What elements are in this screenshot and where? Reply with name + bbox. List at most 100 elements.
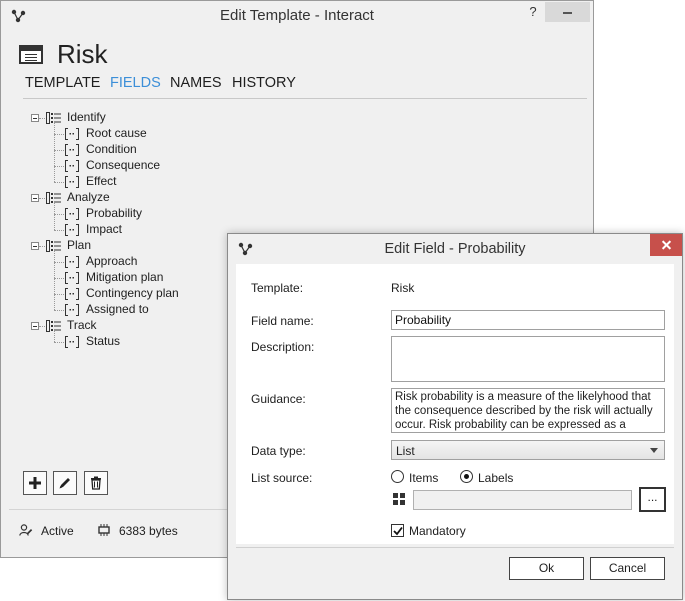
tree-connector xyxy=(54,230,64,231)
tree-item-label: Effect xyxy=(86,174,117,188)
field-icon xyxy=(65,272,79,284)
user-edit-icon xyxy=(19,524,33,536)
tree-connector xyxy=(54,203,55,230)
radio-items-label: Items xyxy=(409,471,439,485)
tree-connector xyxy=(54,150,64,151)
window-title: Edit Template - Interact xyxy=(220,7,374,24)
tree-item-label: Approach xyxy=(86,254,138,268)
field-icon xyxy=(65,288,79,300)
edit-field-button[interactable] xyxy=(53,471,77,495)
checkmark-icon xyxy=(393,526,403,536)
template-label: Template: xyxy=(251,281,304,295)
main-titlebar[interactable]: Edit Template - Interact ? xyxy=(1,1,593,31)
tree-connector xyxy=(54,262,64,263)
tab-divider xyxy=(23,98,587,99)
tree-connector xyxy=(54,134,64,135)
cancel-button[interactable]: Cancel xyxy=(590,557,665,580)
tree-group-label: Track xyxy=(67,318,97,332)
tree-item-label: Status xyxy=(86,334,121,348)
tree-item-label: Consequence xyxy=(86,158,161,172)
tab-names[interactable]: NAMES xyxy=(170,75,222,91)
tree-connector xyxy=(54,166,64,167)
tree-connector xyxy=(54,182,64,183)
field-icon xyxy=(65,336,79,348)
tree-connector xyxy=(54,294,64,295)
tree-connector xyxy=(54,331,55,342)
collapse-toggle[interactable] xyxy=(31,114,39,122)
help-button[interactable]: ? xyxy=(525,4,541,19)
tree-group-label: Identify xyxy=(67,110,106,124)
add-field-button[interactable] xyxy=(23,471,47,495)
field-name-label: Field name: xyxy=(251,314,314,328)
list-source-label: List source: xyxy=(251,471,313,485)
tree-connector xyxy=(39,246,45,247)
field-icon xyxy=(65,256,79,268)
delete-field-button[interactable] xyxy=(84,471,108,495)
collapse-toggle[interactable] xyxy=(31,194,39,202)
pencil-icon xyxy=(59,478,70,489)
tree-connector xyxy=(39,198,45,199)
data-type-select[interactable]: List xyxy=(391,440,665,460)
dialog-close-button[interactable] xyxy=(650,234,682,256)
guidance-input[interactable]: Risk probability is a measure of the lik… xyxy=(391,388,665,433)
mandatory-checkbox[interactable] xyxy=(391,524,404,537)
plus-icon xyxy=(29,477,41,489)
dialog-form: Template: Risk Field name: Probability D… xyxy=(236,264,674,544)
tree-group-label: Plan xyxy=(67,238,92,252)
description-input[interactable] xyxy=(391,336,665,382)
radio-labels[interactable] xyxy=(460,470,473,483)
tree-item-label: Condition xyxy=(86,142,137,156)
page-title: Risk xyxy=(57,39,108,69)
tree-connector xyxy=(54,310,64,311)
field-icon xyxy=(65,144,79,156)
memory-chip-icon xyxy=(98,524,110,536)
radio-items[interactable] xyxy=(391,470,404,483)
collapse-toggle[interactable] xyxy=(31,322,39,330)
browse-button[interactable]: ... xyxy=(639,487,666,512)
tab-template[interactable]: TEMPLATE xyxy=(25,75,100,91)
collapse-toggle[interactable] xyxy=(31,242,39,250)
tree-group-label: Analyze xyxy=(67,190,110,204)
chevron-down-icon xyxy=(650,448,658,453)
tree-item-label: Mitigation plan xyxy=(86,270,164,284)
minimize-icon xyxy=(563,12,572,14)
field-icon xyxy=(65,176,79,188)
tab-history[interactable]: HISTORY xyxy=(232,75,296,91)
tree-item-label: Assigned to xyxy=(86,302,149,316)
status-size-text: 6383 bytes xyxy=(119,524,178,538)
dialog-divider xyxy=(236,547,674,548)
radio-labels-label: Labels xyxy=(478,471,514,485)
tree-connector xyxy=(54,342,64,343)
tree-connector xyxy=(54,123,55,182)
tree-item-label: Root cause xyxy=(86,126,147,140)
field-name-input[interactable]: Probability xyxy=(391,310,665,330)
data-type-label: Data type: xyxy=(251,444,306,458)
field-icon xyxy=(65,208,79,220)
tree-connector xyxy=(39,118,45,119)
field-icon xyxy=(65,224,79,236)
field-icon xyxy=(65,304,79,316)
field-icon xyxy=(65,160,79,172)
trash-icon xyxy=(91,476,101,490)
tree-connector xyxy=(54,278,64,279)
field-icon xyxy=(65,128,79,140)
dialog-title: Edit Field - Probability xyxy=(384,241,526,257)
description-label: Description: xyxy=(251,340,315,354)
edit-field-dialog: Edit Field - Probability Template: Risk … xyxy=(227,233,683,600)
data-type-value: List xyxy=(396,444,415,458)
tab-fields[interactable]: FIELDS xyxy=(110,75,161,91)
guidance-label: Guidance: xyxy=(251,392,306,406)
tree-item-label: Probability xyxy=(86,206,143,220)
tree-connector xyxy=(54,251,55,310)
tree-connector xyxy=(54,214,64,215)
tree-item-label: Contingency plan xyxy=(86,286,179,300)
mandatory-label: Mandatory xyxy=(409,524,466,538)
status-state-text: Active xyxy=(41,524,74,538)
tree-item-label: Impact xyxy=(86,222,123,236)
template-icon xyxy=(19,45,43,64)
grid-icon xyxy=(393,493,405,505)
ok-button[interactable]: Ok xyxy=(509,557,584,580)
list-source-input[interactable] xyxy=(413,490,632,510)
minimize-button[interactable] xyxy=(545,2,590,22)
tree-connector xyxy=(39,326,45,327)
